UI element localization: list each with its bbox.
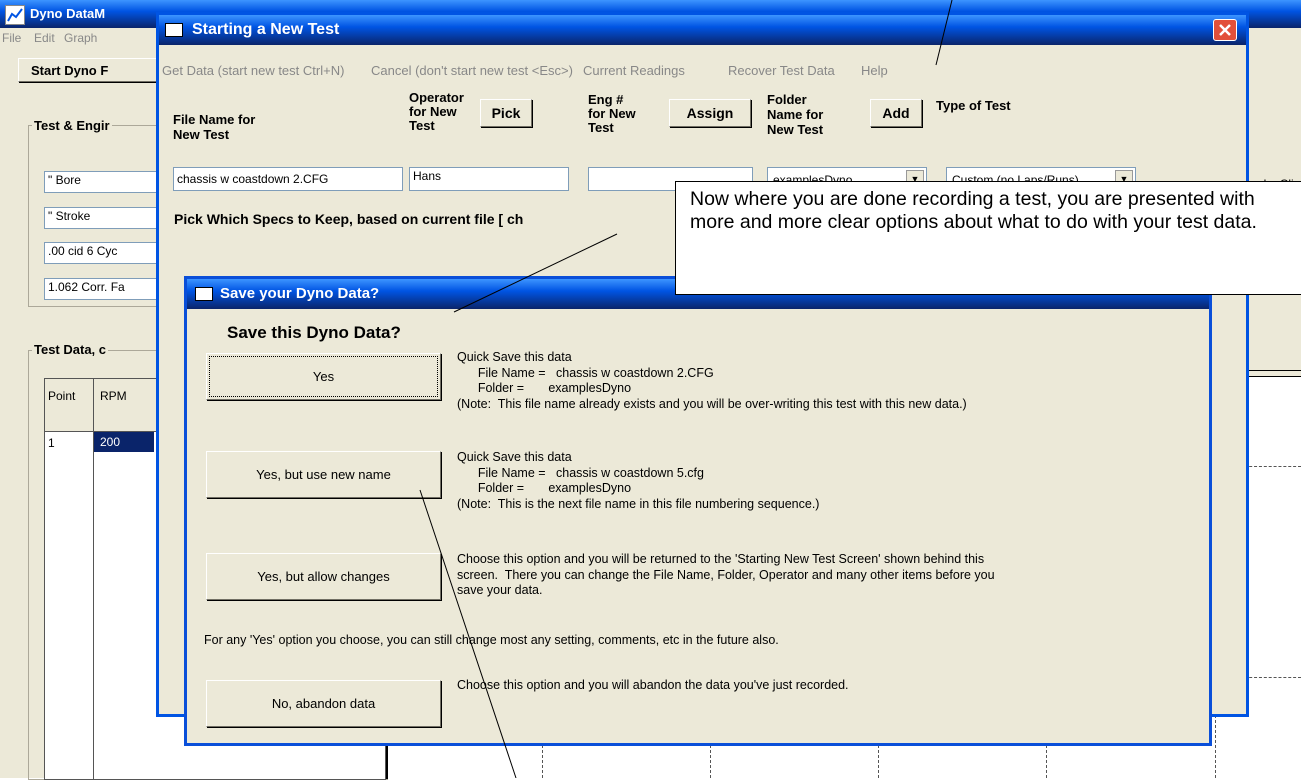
annotation-lines xyxy=(419,0,953,778)
callout-pointer-1 xyxy=(935,0,953,66)
callout-pointer-3 xyxy=(419,489,517,778)
callout-pointer-2 xyxy=(453,233,618,313)
